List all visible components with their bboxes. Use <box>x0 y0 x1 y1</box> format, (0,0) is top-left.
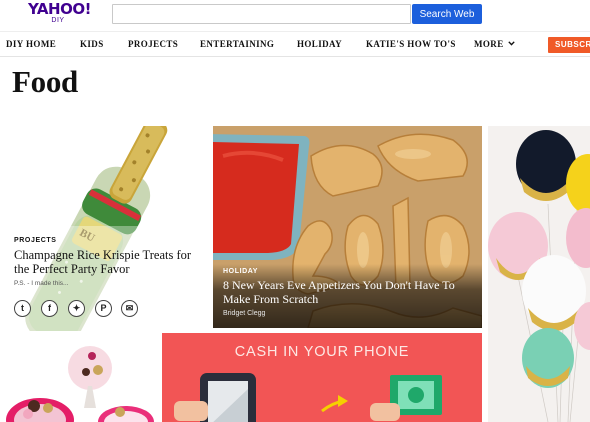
facebook-icon[interactable]: f <box>41 300 58 317</box>
article-excerpt: P.S. - I made this... <box>14 280 69 287</box>
balloons-image <box>488 126 590 422</box>
article-category[interactable]: HOLIDAY <box>223 268 258 275</box>
article-card-balloons[interactable] <box>488 126 590 422</box>
nav-item-entertaining[interactable]: ENTERTAINING <box>200 39 274 49</box>
logo-wordmark: YAHOO! <box>28 0 91 18</box>
nav-item-more[interactable]: MORE <box>474 39 515 49</box>
nav-item-projects[interactable]: PROJECTS <box>128 39 178 49</box>
nav-item-kids[interactable]: KIDS <box>80 39 104 49</box>
nav-item-holiday[interactable]: HOLIDAY <box>297 39 342 49</box>
article-card-appetizers[interactable]: HOLIDAY 8 New Years Eve Appetizers You D… <box>213 126 482 328</box>
article-card-ornaments[interactable] <box>0 336 160 422</box>
chevron-down-icon <box>507 41 515 46</box>
search-web-button[interactable]: Search Web <box>412 4 482 24</box>
yahoo-diy-logo[interactable]: YAHOO! DIY <box>28 0 91 25</box>
search-input[interactable] <box>112 4 411 24</box>
article-title[interactable]: 8 New Years Eve Appetizers You Don't Hav… <box>223 278 478 306</box>
article-title[interactable]: Champagne Rice Krispie Treats for the Pe… <box>14 248 204 276</box>
card1-text: PROJECTS Champagne Rice Krispie Treats f… <box>14 237 204 287</box>
article-card-champagne[interactable]: BU PROJECTS Champagne Rice Krispie Treat… <box>0 126 205 331</box>
logo-subtitle: DIY <box>51 17 65 24</box>
ornaments-image <box>0 336 160 422</box>
page-title: Food <box>12 64 78 99</box>
twitter-icon[interactable]: ✦ <box>68 300 85 317</box>
article-card-cash-phone[interactable]: CASH IN YOUR PHONE <box>162 333 482 422</box>
promo-heading: CASH IN YOUR PHONE <box>234 344 410 360</box>
article-category[interactable]: PROJECTS <box>14 237 204 244</box>
nav-item-diy-home[interactable]: DIY HOME <box>6 39 56 49</box>
nav-more-label: MORE <box>474 39 504 49</box>
pinterest-icon[interactable]: P <box>95 300 112 317</box>
mail-icon[interactable]: ✉ <box>121 300 138 317</box>
subscribe-button[interactable]: SUBSCRIBE <box>548 37 590 53</box>
tumblr-icon[interactable]: t <box>14 300 31 317</box>
nav-item-katies-how-tos[interactable]: KATIE'S HOW TO'S <box>366 39 456 49</box>
site-header: YAHOO! DIY Search Web <box>0 0 590 30</box>
main-nav: DIY HOME KIDS PROJECTS ENTERTAINING HOLI… <box>0 31 590 57</box>
article-author[interactable]: Bridget Clegg <box>223 310 265 317</box>
